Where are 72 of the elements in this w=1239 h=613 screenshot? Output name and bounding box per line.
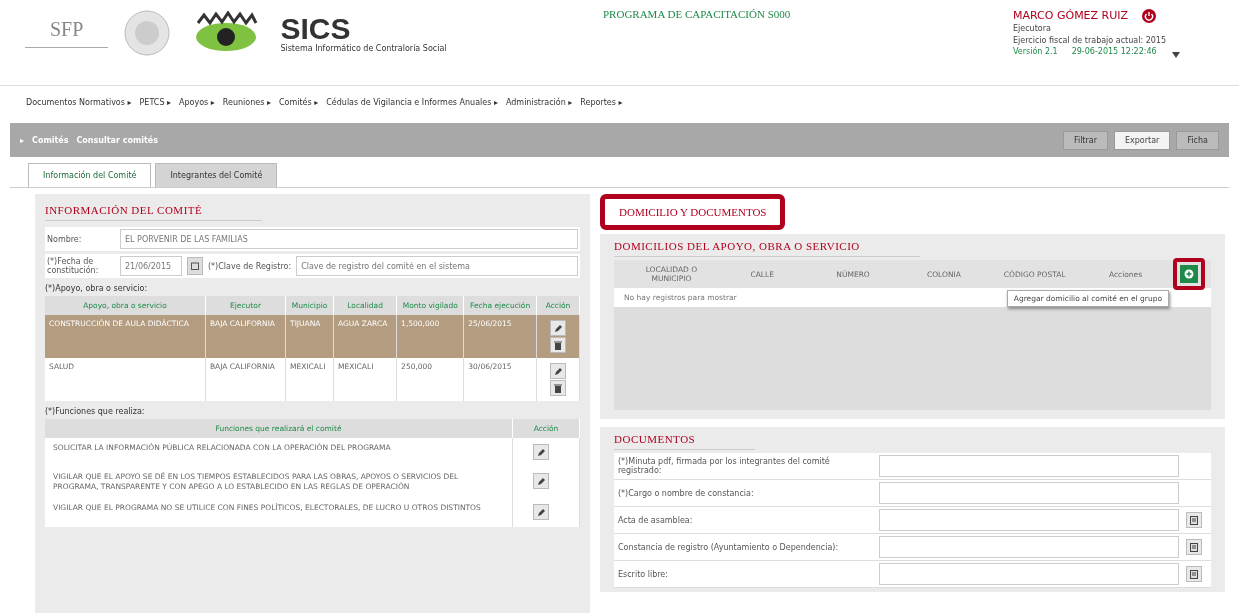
seal-icon [122, 8, 173, 58]
power-icon[interactable] [1142, 8, 1157, 23]
file-field[interactable] [879, 536, 1179, 558]
timestamp: 29-06-2015 12:22:46 [1071, 45, 1157, 57]
edit-button[interactable] [550, 363, 566, 379]
pencil-icon [553, 324, 563, 333]
tab[interactable]: Integrantes del Comité [155, 163, 278, 187]
menu-item[interactable]: Administración ▸ [505, 98, 573, 107]
field-label: (*)Fecha de constitución: [47, 257, 100, 275]
file-field[interactable] [879, 455, 1179, 477]
delete-button[interactable] [550, 380, 566, 396]
section-tab[interactable]: DOMICILIO Y DOCUMENTOS [600, 194, 786, 230]
pencil-icon [553, 367, 563, 376]
user-name: MARCO GÓMEZ RUIZ [1013, 8, 1129, 24]
menu-item[interactable]: Apoyos ▸ [179, 98, 215, 107]
toolbar-button[interactable]: Exportar [1114, 130, 1171, 150]
upload-button[interactable] [1186, 566, 1202, 582]
document-icon [1190, 515, 1198, 525]
fiscal-year: Ejercicio fiscal de trabajo actual: 2015 [1013, 34, 1166, 46]
trash-icon [554, 341, 562, 350]
section-title: DOCUMENTOS [614, 431, 756, 450]
field-label: Escrito libre: [617, 568, 669, 581]
file-field[interactable] [879, 509, 1179, 531]
document-icon [1190, 542, 1198, 552]
app-subtitle: Sistema Informático de Contraloría Social [280, 43, 447, 53]
trash-icon [554, 384, 562, 393]
toolbar-button[interactable]: Filtrar [1062, 130, 1108, 150]
registry-field[interactable]: Clave de registro del comité en el sistema [296, 256, 578, 276]
field-label: Nombre: [47, 234, 83, 244]
edit-button[interactable] [533, 473, 549, 489]
table-label: (*)Funciones que realiza: [45, 406, 146, 416]
file-field[interactable] [879, 482, 1179, 504]
menu-item[interactable]: PETCS ▸ [139, 98, 172, 107]
breadcrumb-icon: ▸ [20, 135, 24, 145]
file-field[interactable] [879, 563, 1179, 585]
field-label: Constancia de registro (Ayuntamiento o Dependencia): [617, 541, 840, 554]
program-title: PROGRAMA DE CAPACITACIÓN S000 [602, 8, 792, 20]
document-icon [1190, 569, 1198, 579]
field-label: (*)Minuta pdf, firmada por los integrantes del comité registrado: [617, 455, 831, 477]
menu-item[interactable]: Documentos Normativos ▸ [26, 98, 132, 107]
section-title: INFORMACIÓN DEL COMITÉ [45, 202, 263, 221]
caret-icon[interactable] [1172, 52, 1180, 58]
tab[interactable]: Información del Comité [28, 163, 152, 187]
calendar-icon [191, 262, 199, 270]
plus-icon [1183, 269, 1194, 279]
date-field[interactable]: 21/06/2015 [120, 256, 182, 276]
edit-button[interactable] [533, 444, 549, 460]
upload-button[interactable] [1186, 539, 1202, 555]
pencil-icon [536, 448, 546, 457]
app-name: SICS [280, 13, 351, 44]
add-button[interactable] [1179, 265, 1198, 283]
user-role: Ejecutora [1013, 23, 1052, 35]
menu-item[interactable]: Reportes ▸ [580, 98, 623, 107]
upload-button[interactable] [1186, 512, 1202, 528]
pencil-icon [536, 508, 546, 518]
menu-item[interactable]: Comités ▸ [278, 98, 319, 107]
toolbar-button[interactable]: Ficha [1176, 130, 1219, 150]
edit-button[interactable] [550, 320, 566, 336]
field-label: Acta de asamblea: [617, 514, 694, 527]
table-label: (*)Apoyo, obra o servicio: [45, 283, 149, 293]
menu-item[interactable]: Reuniones ▸ [222, 98, 271, 107]
field-label: (*)Cargo o nombre de constancia: [617, 487, 755, 500]
menu-item[interactable]: Cédulas de Vigilancia e Informes Anuales ▸ [326, 98, 498, 107]
name-field[interactable]: EL PORVENIR DE LAS FAMILIAS [120, 229, 578, 249]
delete-button[interactable] [550, 337, 566, 353]
field-label: (*)Clave de Registro: [208, 261, 292, 271]
pencil-icon [536, 477, 546, 486]
calendar-button[interactable] [187, 257, 203, 275]
version-label: Versión 2.1 [1013, 45, 1058, 57]
agency-logo: SFP [25, 18, 109, 48]
edit-button[interactable] [533, 504, 549, 521]
section-title: DOMICILIOS DEL APOYO, OBRA O SERVICIO [614, 238, 920, 257]
